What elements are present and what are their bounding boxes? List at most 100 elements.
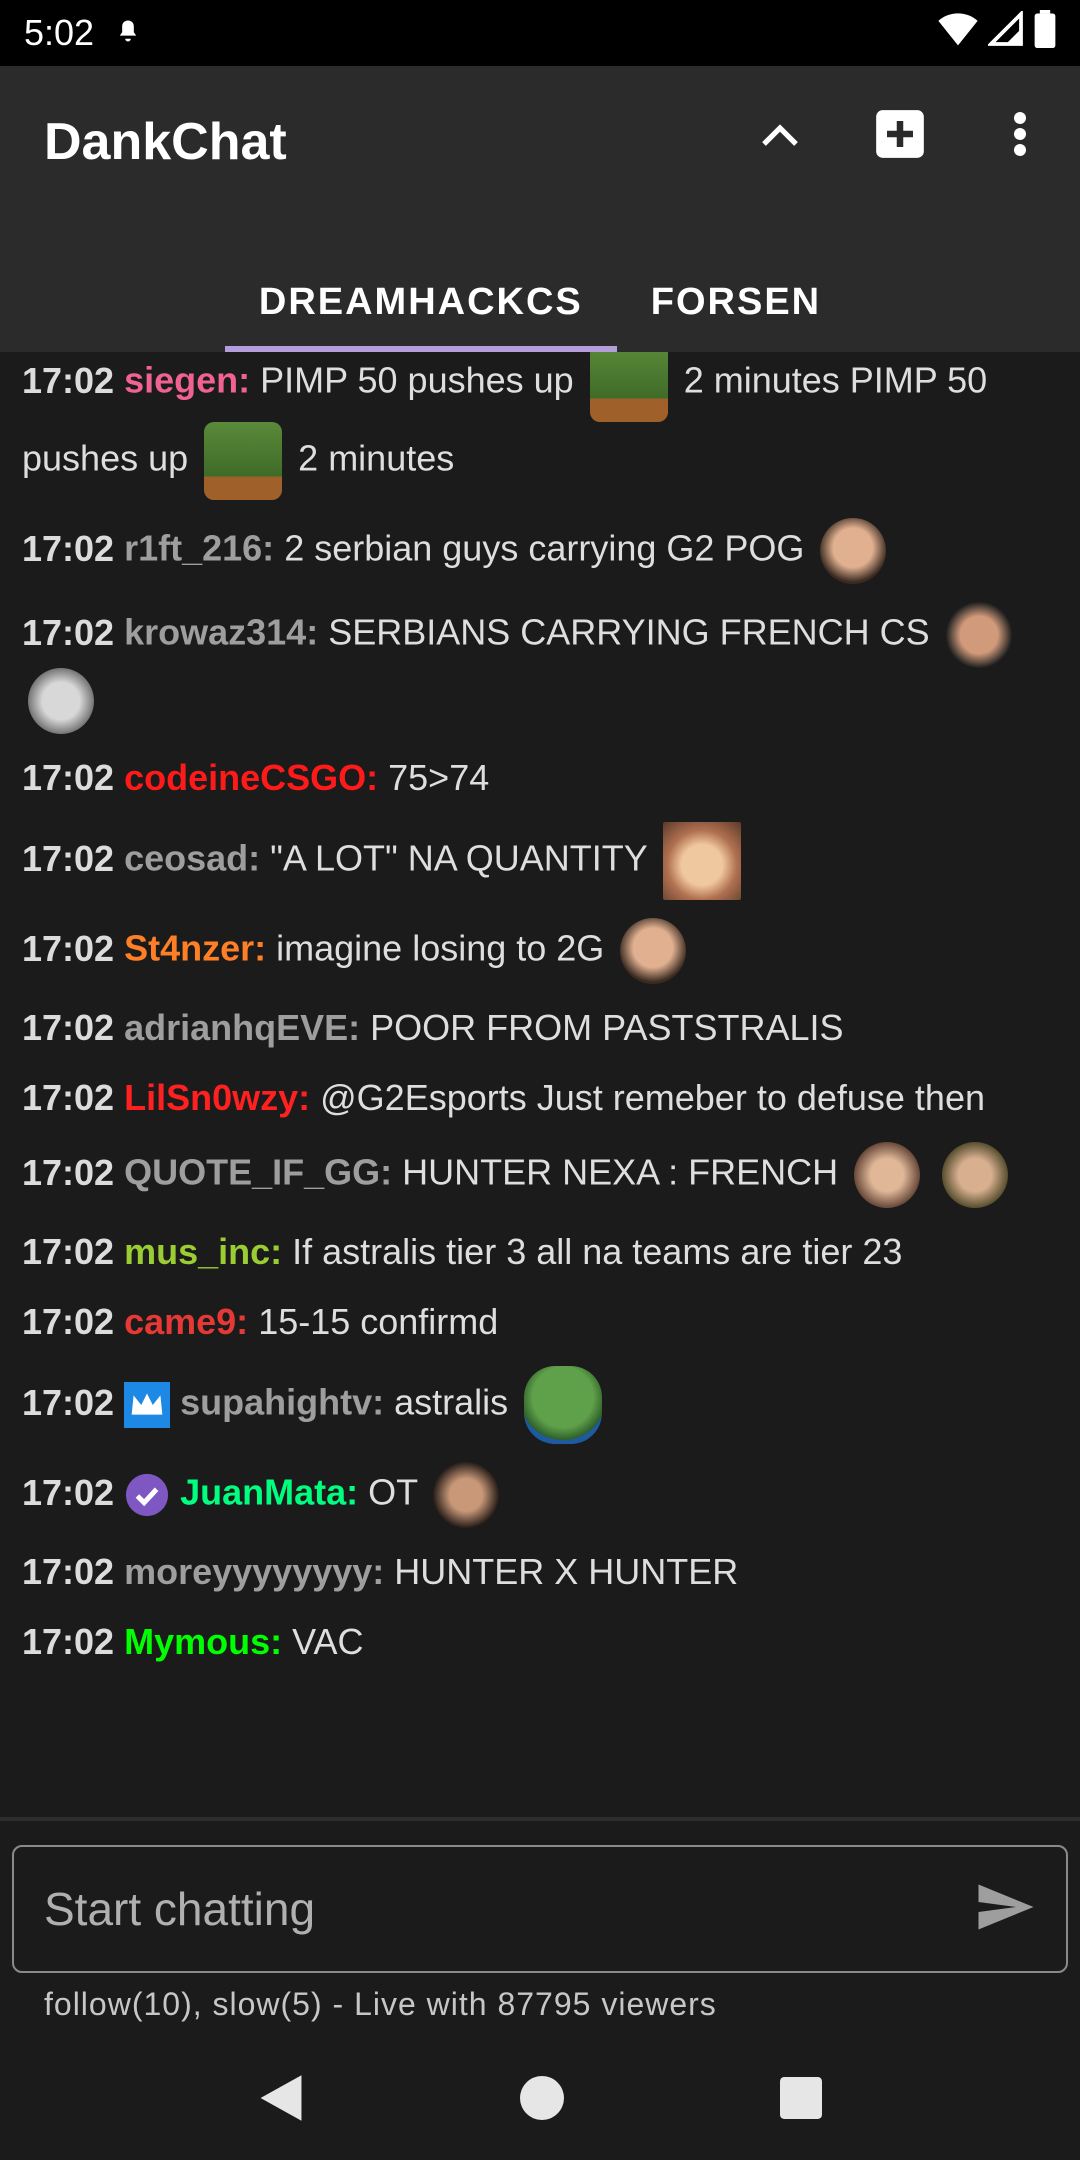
notification-icon [114,12,142,54]
message-username[interactable]: JuanMata: [180,1472,358,1513]
face-emote-icon [820,518,887,584]
message-timestamp: 17:02 [22,611,115,653]
message-timestamp: 17:02 [22,1471,115,1513]
message-timestamp: 17:02 [22,527,115,569]
status-time: 5:02 [24,12,95,53]
wifi-icon [938,11,978,56]
chat-messages[interactable]: 17:02 siegen: PIMP 50 pushes up 2 minutes… [0,352,1080,1817]
message-username[interactable]: came9: [124,1301,248,1342]
message-timestamp: 17:02 [22,1551,115,1592]
message-text: HUNTER X HUNTER [394,1551,739,1592]
chat-input[interactable] [44,1882,976,1936]
chat-message: 17:02 r1ft_216: 2 serbian guys carrying G… [22,518,1058,584]
message-username[interactable]: LilSn0wzy: [124,1077,310,1118]
message-text: 2 minutes [298,437,455,479]
message-username[interactable]: krowaz314: [124,612,318,653]
message-timestamp: 17:02 [22,1381,115,1423]
recents-icon [780,2076,822,2119]
message-text: @G2Esports Just remeber to defuse then [320,1077,985,1118]
chat-message: 17:02 QUOTE_IF_GG: HUNTER NEXA : FRENCH [22,1142,1058,1208]
message-text: 15-15 confirmd [258,1301,499,1342]
tab-dreamhackcs[interactable]: DREAMHACKCS [224,252,617,352]
face-emote-icon [28,668,94,734]
pepe-emote-icon [204,422,283,500]
overflow-menu-button[interactable] [990,104,1050,164]
message-username[interactable]: ceosad: [124,838,260,879]
tab-forsen[interactable]: FORSEN [617,252,855,352]
chat-message: 17:02 moreyyyyyyyy: HUNTER X HUNTER [22,1546,1058,1598]
more-vert-icon [1014,112,1026,156]
message-timestamp: 17:02 [22,1231,115,1272]
pepe-laugh-emote-icon [524,1366,603,1444]
message-timestamp: 17:02 [22,757,115,798]
face-emote-icon [620,918,687,984]
battery-icon [1034,9,1056,57]
app-title: DankChat [44,113,287,171]
message-timestamp: 17:02 [22,359,115,401]
face-emote-icon [942,1142,1009,1208]
chat-message: 17:02 codeineCSGO: 75>74 [22,752,1058,804]
system-navbar [0,2040,1080,2160]
message-username[interactable]: r1ft_216: [124,528,274,569]
send-icon [978,1884,1034,1929]
status-bar: 5:02 [0,0,1080,66]
face-emote-icon [854,1142,921,1208]
chat-input-box [12,1845,1068,1973]
message-timestamp: 17:02 [22,1151,115,1193]
face-emote-icon [433,1462,500,1528]
chat-message: 17:02 came9: 15-15 confirmd [22,1296,1058,1348]
message-text: If astralis tier 3 all na teams are tier… [292,1231,903,1272]
collapse-button[interactable] [750,104,810,164]
app-bar: DankChat DREAMHACKCS FORSEN [0,66,1080,352]
prime-crown-badge-icon [124,1382,171,1428]
message-timestamp: 17:02 [22,1007,115,1048]
message-text: astralis [394,1381,509,1423]
message-text: imagine losing to 2G [276,927,605,969]
recents-button[interactable] [780,2076,822,2124]
chat-message: 17:02 JuanMata: OT [22,1462,1058,1528]
message-username[interactable]: codeineCSGO: [124,757,378,798]
message-composer [0,1817,1080,1980]
message-username[interactable]: mus_inc: [124,1231,282,1272]
chat-message: 17:02 supahightv: astralis [22,1366,1058,1444]
signal-icon [986,8,1024,56]
message-timestamp: 17:02 [22,1621,115,1662]
message-username[interactable]: Mymous: [124,1621,282,1662]
chat-message: 17:02 siegen: PIMP 50 pushes up 2 minutes… [22,352,1058,500]
message-username[interactable]: siegen: [124,360,250,401]
back-button[interactable] [258,2073,304,2128]
face-emote-icon [945,602,1012,668]
face-emote-icon [663,822,742,900]
message-text: HUNTER NEXA : FRENCH [402,1151,839,1193]
message-timestamp: 17:02 [22,837,115,879]
send-button[interactable] [976,1881,1036,1938]
message-username[interactable]: adrianhqEVE: [124,1007,360,1048]
message-text: 2 serbian guys carrying G2 POG [284,527,805,569]
message-text: "A LOT" NA QUANTITY [270,837,648,879]
chat-message: 17:02 adrianhqEVE: POOR FROM PASTSTRALIS [22,1002,1058,1054]
message-timestamp: 17:02 [22,927,115,969]
message-timestamp: 17:02 [22,1301,115,1342]
message-text: SERBIANS CARRYING FRENCH CS [328,611,930,653]
message-text: PIMP 50 pushes up [260,359,574,401]
message-username[interactable]: QUOTE_IF_GG: [124,1152,392,1193]
back-icon [260,2074,302,2121]
message-timestamp: 17:02 [22,1077,115,1118]
message-text: 75>74 [388,757,490,798]
add-channel-button[interactable] [870,104,930,164]
message-text: VAC [292,1621,364,1662]
message-username[interactable]: supahightv: [180,1382,384,1423]
message-username[interactable]: moreyyyyyyyy: [124,1551,384,1592]
home-icon [520,2075,564,2120]
verified-badge-icon [124,1472,170,1518]
chat-message: 17:02 Mymous: VAC [22,1616,1058,1668]
message-username[interactable]: St4nzer: [124,928,266,969]
chat-message: 17:02 mus_inc: If astralis tier 3 all na … [22,1226,1058,1278]
chat-message: 17:02 krowaz314: SERBIANS CARRYING FRENCH… [22,602,1058,734]
chat-message: 17:02 St4nzer: imagine losing to 2G [22,918,1058,984]
room-status: follow(10), slow(5) - Live with 87795 vi… [44,1986,717,2022]
message-text: OT [368,1471,418,1513]
home-button[interactable] [520,2075,564,2125]
channel-tabs: DREAMHACKCS FORSEN [0,252,1080,352]
pepe-emote-icon [589,352,668,422]
